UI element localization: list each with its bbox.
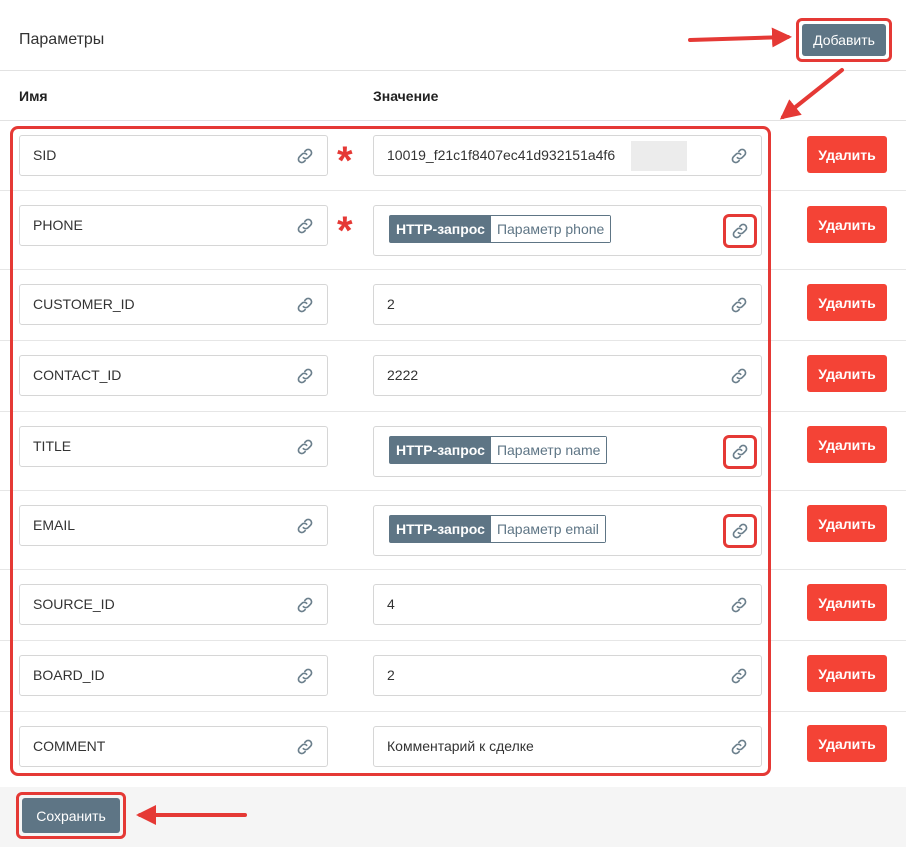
param-value-field[interactable]: 10019_f21c1f8407ec41d932151a4f6 [373,135,762,176]
page-title: Параметры [19,31,105,48]
row-divider [0,190,906,191]
param-value-field[interactable]: 4 [373,584,762,625]
link-icon[interactable] [295,737,315,757]
chip-source-label: HTTP-запрос [390,516,491,542]
column-header-name: Имя [19,88,48,104]
header-divider [0,70,906,71]
row-divider [0,340,906,341]
param-value-field[interactable]: 2 [373,284,762,325]
param-name-text: TITLE [33,438,72,454]
param-value-text: 2 [387,296,395,312]
link-icon[interactable] [295,595,315,615]
param-name-field[interactable]: TITLE [19,426,328,467]
delete-button[interactable]: Удалить [807,136,887,173]
param-value-field[interactable]: 2222 [373,355,762,396]
param-name-text: SID [33,147,57,163]
source-chip[interactable]: HTTP-запрос Параметр name [389,436,608,464]
row-divider [0,640,906,641]
param-name-text: CONTACT_ID [33,367,122,383]
required-asterisk-icon: * [337,139,353,183]
delete-button[interactable]: Удалить [807,355,887,392]
save-button[interactable]: Сохранить [22,798,120,833]
row-divider [0,411,906,412]
param-value-text: 2 [387,667,395,683]
chip-param-label: Параметр phone [490,216,611,242]
param-value-text: 10019_f21c1f8407ec41d932151a4f6 [387,147,616,163]
param-name-field[interactable]: CUSTOMER_ID [19,284,328,325]
delete-button[interactable]: Удалить [807,284,887,321]
add-button-highlight: Добавить [796,18,892,62]
param-value-text: 4 [387,596,395,612]
link-icon[interactable] [295,437,315,457]
row-divider [0,490,906,491]
row-divider [0,711,906,712]
columns-divider [0,120,906,121]
param-name-text: EMAIL [33,517,76,533]
param-value-field[interactable]: Комментарий к сделке [373,726,762,767]
footer-bar [0,787,906,847]
param-name-field[interactable]: CONTACT_ID [19,355,328,396]
param-value-field[interactable]: HTTP-запрос Параметр phone [373,205,762,256]
link-icon-highlight [723,435,757,469]
column-header-value: Значение [373,88,439,104]
param-value-field[interactable]: HTTP-запрос Параметр name [373,426,762,477]
chip-param-label: Параметр name [490,437,607,463]
delete-button[interactable]: Удалить [807,725,887,762]
param-name-text: BOARD_ID [33,667,105,683]
redacted-mask [631,141,687,171]
source-chip[interactable]: HTTP-запрос Параметр email [389,515,606,543]
required-asterisk-icon: * [337,209,353,253]
add-button[interactable]: Добавить [802,24,886,56]
link-icon[interactable] [295,146,315,166]
chip-source-label: HTTP-запрос [390,437,491,463]
delete-button[interactable]: Удалить [807,505,887,542]
source-chip[interactable]: HTTP-запрос Параметр phone [389,215,612,243]
arrow-to-add-button [688,27,792,48]
chip-param-label: Параметр email [490,516,605,542]
delete-button[interactable]: Удалить [807,206,887,243]
param-name-text: CUSTOMER_ID [33,296,135,312]
link-icon[interactable] [295,366,315,386]
param-name-field[interactable]: SID [19,135,328,176]
param-name-field[interactable]: BOARD_ID [19,655,328,696]
link-icon[interactable] [730,442,750,462]
delete-button[interactable]: Удалить [807,584,887,621]
param-name-text: COMMENT [33,738,106,754]
delete-button[interactable]: Удалить [807,426,887,463]
link-icon[interactable] [729,146,749,166]
link-icon[interactable] [730,521,750,541]
link-icon[interactable] [729,295,749,315]
link-icon[interactable] [729,595,749,615]
param-value-field[interactable]: HTTP-запрос Параметр email [373,505,762,556]
link-icon[interactable] [295,295,315,315]
link-icon[interactable] [729,366,749,386]
row-divider [0,269,906,270]
annotation-arrows [136,27,844,825]
link-icon[interactable] [295,216,315,236]
param-value-text: Комментарий к сделке [387,738,534,754]
param-name-text: SOURCE_ID [33,596,115,612]
arrow-to-rows [779,68,844,120]
param-value-field[interactable]: 2 [373,655,762,696]
link-icon-highlight [723,214,757,248]
param-name-field[interactable]: COMMENT [19,726,328,767]
link-icon[interactable] [729,666,749,686]
link-icon[interactable] [295,666,315,686]
save-button-highlight: Сохранить [16,792,126,839]
link-icon[interactable] [295,516,315,536]
param-name-field[interactable]: EMAIL [19,505,328,546]
param-name-field[interactable]: SOURCE_ID [19,584,328,625]
param-name-field[interactable]: PHONE [19,205,328,246]
row-divider [0,569,906,570]
link-icon[interactable] [730,221,750,241]
param-name-text: PHONE [33,217,83,233]
link-icon[interactable] [729,737,749,757]
delete-button[interactable]: Удалить [807,655,887,692]
link-icon-highlight [723,514,757,548]
param-value-text: 2222 [387,367,419,383]
chip-source-label: HTTP-запрос [390,216,491,242]
